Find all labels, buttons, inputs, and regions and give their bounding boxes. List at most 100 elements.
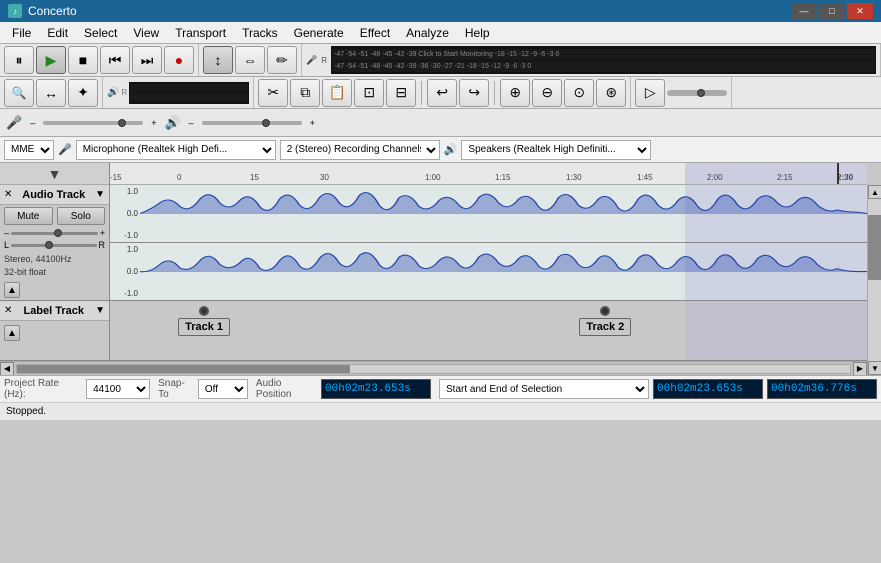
zoom-out-edit[interactable]: ⊖ — [532, 79, 562, 107]
output-device-select[interactable]: Speakers (Realtek High Definiti... — [461, 140, 651, 160]
paste-button[interactable]: 📋 — [322, 79, 352, 107]
pan-slider[interactable] — [11, 244, 96, 247]
ruler-mark-30: 30 — [320, 173, 329, 182]
edit-section: 🔍 ↔ ✦ — [0, 77, 103, 108]
waveform-area[interactable]: 1.0 0.0 -1.0 — [110, 185, 867, 300]
pan-thumb — [45, 241, 53, 249]
audio-collapse-button[interactable]: ▲ — [4, 282, 20, 298]
multi-tool[interactable]: ✦ — [68, 79, 98, 107]
ruler-mark-15: 15 — [250, 173, 259, 182]
track-info-line2: 32-bit float — [4, 266, 105, 279]
label1-text: Track 1 — [178, 318, 230, 336]
menu-help[interactable]: Help — [457, 22, 498, 43]
play-at-button[interactable]: ▷ — [635, 79, 665, 107]
playhead — [837, 163, 839, 184]
project-rate-select[interactable]: 44100 — [86, 379, 150, 399]
label-track-dropdown[interactable]: ▼ — [95, 305, 105, 316]
sel-start-input[interactable] — [653, 379, 763, 399]
output-vol-slider[interactable] — [202, 121, 302, 125]
snap-to-select[interactable]: Off — [198, 379, 248, 399]
v-scroll-track[interactable] — [868, 199, 881, 361]
menu-file[interactable]: File — [4, 22, 39, 43]
track-collapse-row: ▲ — [0, 280, 109, 300]
copy-button[interactable]: ⧉ — [290, 79, 320, 107]
menu-tracks[interactable]: Tracks — [234, 22, 286, 43]
pan-row: L R — [0, 239, 109, 251]
speed-slider[interactable] — [667, 90, 727, 96]
titlebar: ♪ Concerto — □ ✕ — [0, 0, 881, 22]
menu-edit[interactable]: Edit — [39, 22, 76, 43]
menu-analyze[interactable]: Analyze — [398, 22, 457, 43]
zoom-sel[interactable]: ⊙ — [564, 79, 594, 107]
label-collapse-button[interactable]: ▲ — [4, 325, 20, 341]
label-track-controls: ✕ Label Track ▼ ▲ — [0, 301, 110, 360]
sep-1 — [421, 81, 422, 105]
pause-button[interactable]: ⏸ — [4, 46, 34, 74]
vu-input-section: 🎤 R -47 -54 -51 -48 -45 -42 -39 Click to… — [302, 44, 881, 76]
zoom-in-edit[interactable]: ⊕ — [500, 79, 530, 107]
bottom-bar: Project Rate (Hz): 44100 Snap-To Off Aud… — [0, 375, 881, 420]
label-track-close[interactable]: ✕ — [4, 305, 12, 316]
input-gain-slider[interactable] — [43, 121, 143, 125]
y-bot-2: -1.0 — [110, 289, 140, 298]
zoom-fit[interactable]: ⊛ — [596, 79, 626, 107]
stop-button[interactable]: ■ — [68, 46, 98, 74]
audio-track-dropdown[interactable]: ▼ — [95, 189, 105, 200]
edit-buttons-section: ✂ ⧉ 📋 ⊡ ⊟ ↩ ↪ ⊕ ⊖ ⊙ ⊛ — [254, 77, 631, 108]
label-track-header: ✕ Label Track ▼ — [0, 301, 109, 321]
menu-select[interactable]: Select — [76, 22, 125, 43]
audio-pos-input[interactable] — [321, 379, 431, 399]
audio-track-header: ✕ Audio Track ▼ — [0, 185, 109, 205]
draw-tool[interactable]: ✏ — [267, 46, 297, 74]
gain-slider[interactable] — [11, 232, 98, 235]
mute-button[interactable]: Mute — [4, 207, 53, 225]
ffwd-button[interactable]: ⏭ — [132, 46, 162, 74]
minimize-button[interactable]: — — [791, 3, 817, 19]
app-title: Concerto — [28, 4, 77, 18]
silence-button[interactable]: ⊟ — [386, 79, 416, 107]
cut-button[interactable]: ✂ — [258, 79, 288, 107]
input-device-select[interactable]: Microphone (Realtek High Defi... — [76, 140, 276, 160]
track-info: Stereo, 44100Hz 32-bit float — [0, 251, 109, 280]
scroll-thumb — [17, 365, 350, 373]
menu-effect[interactable]: Effect — [352, 22, 398, 43]
y-mid-2: 0.0 — [110, 267, 140, 276]
snap-to-group: Snap-To Off — [158, 378, 248, 400]
selection-overlay-label — [685, 301, 867, 360]
sep-2 — [494, 81, 495, 105]
v-scroll-up-button[interactable]: ▲ — [868, 185, 881, 199]
scroll-left-button[interactable]: ◀ — [0, 362, 14, 376]
close-button[interactable]: ✕ — [847, 3, 873, 19]
y-mid-1: 0.0 — [110, 209, 140, 218]
ruler-mark-145: 1:45 — [637, 173, 653, 182]
menu-transport[interactable]: Transport — [167, 22, 234, 43]
mute-solo-row: Mute Solo — [0, 205, 109, 227]
maximize-button[interactable]: □ — [819, 3, 845, 19]
api-select[interactable]: MME — [4, 140, 54, 160]
scroll-right-button[interactable]: ▶ — [853, 362, 867, 376]
trim-button[interactable]: ⊡ — [354, 79, 384, 107]
gain-plus: + — [100, 228, 105, 238]
zoom-in-button[interactable]: 🔍 — [4, 79, 34, 107]
selection-tool[interactable]: ↕ — [203, 46, 233, 74]
label-track2: Track 2 — [579, 306, 631, 336]
rewind-button[interactable]: ⏮ — [100, 46, 130, 74]
bottom-controls: Project Rate (Hz): 44100 Snap-To Off Aud… — [0, 376, 881, 402]
play-button[interactable]: ▶ — [36, 46, 66, 74]
menu-view[interactable]: View — [125, 22, 167, 43]
redo-button[interactable]: ↪ — [459, 79, 489, 107]
solo-button[interactable]: Solo — [57, 207, 106, 225]
ruler-mark-100: 1:00 — [425, 173, 441, 182]
record-button[interactable]: ● — [164, 46, 194, 74]
selection-type-select[interactable]: Start and End of Selection — [439, 379, 649, 399]
sel-end-input[interactable] — [767, 379, 877, 399]
envelope-tool[interactable]: ⇔ — [235, 46, 265, 74]
scroll-track[interactable] — [16, 364, 851, 374]
menu-generate[interactable]: Generate — [286, 22, 352, 43]
channels-select[interactable]: 2 (Stereo) Recording Channels — [280, 140, 440, 160]
v-scroll-down-button[interactable]: ▼ — [868, 361, 881, 375]
undo-button[interactable]: ↩ — [427, 79, 457, 107]
audio-track-controls: ✕ Audio Track ▼ Mute Solo – + — [0, 185, 110, 300]
audio-track-close[interactable]: ✕ — [4, 189, 12, 200]
time-shift-tool[interactable]: ↔ — [36, 79, 66, 107]
